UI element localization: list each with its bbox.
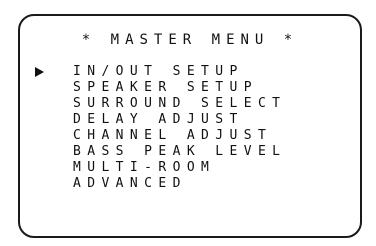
- menu-title: * MASTER MENU *: [81, 32, 299, 48]
- menu-item-speaker-setup[interactable]: SPEAKER SETUP: [20, 80, 360, 96]
- menu-item-label: CHANNEL ADJUST: [73, 128, 273, 143]
- selection-cursor-icon: [35, 67, 44, 77]
- menu-item-delay-adjust[interactable]: DELAY ADJUST: [20, 112, 360, 128]
- master-menu-list: IN/OUT SETUP SPEAKER SETUP SURROUND SELE…: [20, 64, 360, 192]
- menu-item-multi-room[interactable]: MULTI-ROOM: [20, 160, 360, 176]
- osd-screen: * MASTER MENU * IN/OUT SETUP SPEAKER SET…: [18, 14, 362, 238]
- menu-item-channel-adjust[interactable]: CHANNEL ADJUST: [20, 128, 360, 144]
- menu-item-in-out-setup[interactable]: IN/OUT SETUP: [20, 64, 360, 80]
- menu-item-label: ADVANCED: [73, 176, 187, 191]
- menu-item-label: DELAY ADJUST: [73, 112, 244, 127]
- menu-item-advanced[interactable]: ADVANCED: [20, 176, 360, 192]
- menu-item-surround-select[interactable]: SURROUND SELECT: [20, 96, 360, 112]
- menu-item-label: IN/OUT SETUP: [73, 64, 244, 79]
- menu-item-label: BASS PEAK LEVEL: [73, 144, 287, 159]
- menu-item-label: SURROUND SELECT: [73, 96, 287, 111]
- menu-item-bass-peak-level[interactable]: BASS PEAK LEVEL: [20, 144, 360, 160]
- menu-item-label: MULTI-ROOM: [73, 160, 216, 175]
- menu-item-label: SPEAKER SETUP: [73, 80, 258, 95]
